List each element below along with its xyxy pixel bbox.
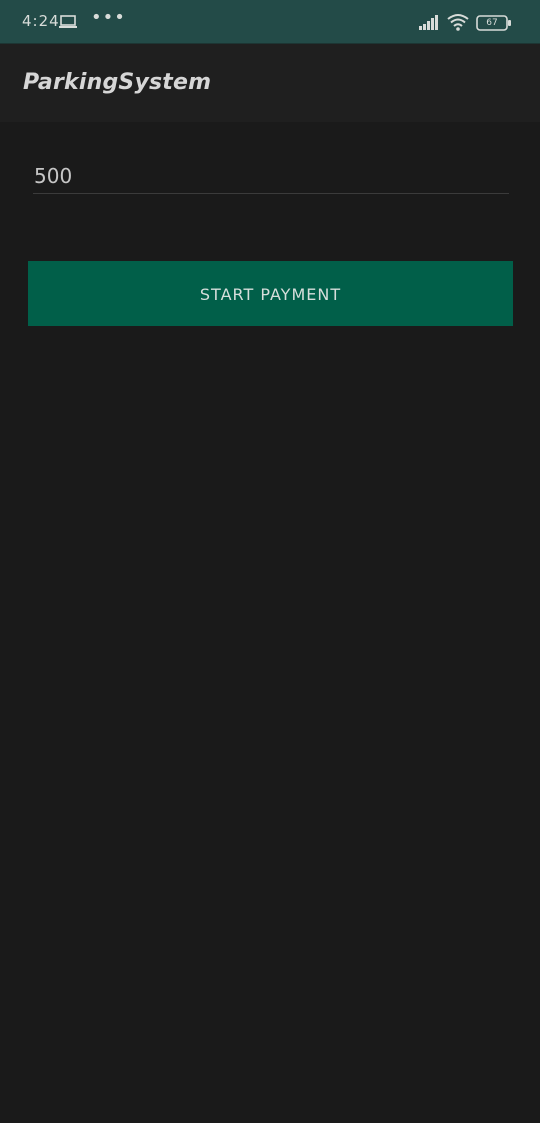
status-bar: 4:24 ••• 67: [0, 0, 540, 44]
status-time: 4:24: [22, 12, 60, 30]
signal-icon: [419, 15, 438, 30]
app-title: ParkingSystem: [23, 70, 212, 95]
amount-input[interactable]: 500: [33, 158, 509, 194]
app-bar: ParkingSystem: [0, 44, 540, 122]
battery-level: 67: [486, 18, 498, 28]
wifi-icon: [447, 14, 469, 31]
start-payment-button[interactable]: START PAYMENT: [28, 261, 513, 326]
laptop-icon: [59, 15, 77, 28]
more-notifications-icon: •••: [91, 7, 126, 28]
